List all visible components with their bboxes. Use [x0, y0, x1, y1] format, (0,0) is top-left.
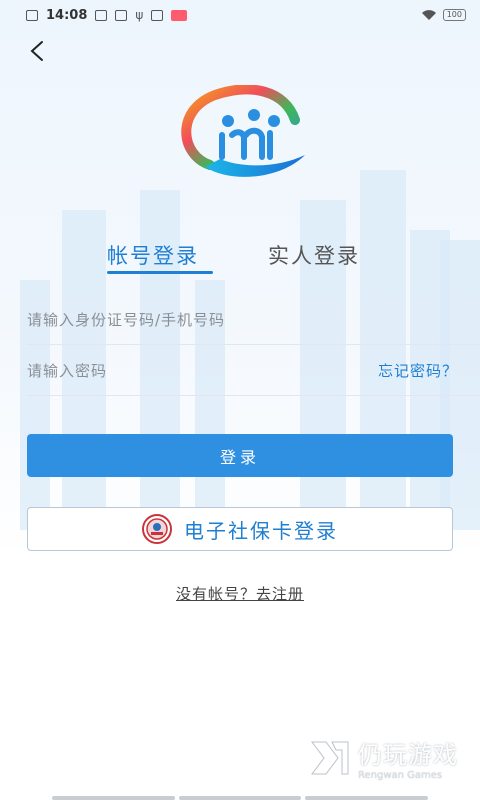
password-input[interactable]	[27, 361, 327, 380]
navigation-hint-bar	[0, 796, 480, 800]
usb-icon: ψ	[135, 8, 144, 22]
register-row: 没有帐号？去注册	[0, 583, 480, 604]
notification-icon	[26, 9, 38, 21]
wifi-icon	[421, 10, 436, 20]
nav-segment	[52, 796, 175, 800]
status-time: 14:08	[46, 7, 88, 23]
social-security-card-login-button[interactable]: 电子社保卡登录	[27, 507, 453, 551]
nav-segment	[178, 796, 302, 800]
watermark: 仍玩游戏 Rengwan Games	[308, 735, 458, 781]
login-button[interactable]: 登录	[27, 434, 453, 477]
active-tab-indicator	[107, 271, 213, 274]
chevron-left-icon	[30, 41, 43, 61]
app-notification-icon	[115, 9, 128, 21]
social-security-emblem-icon	[142, 514, 172, 544]
social-security-card-login-label: 电子社保卡登录	[184, 518, 338, 543]
watermark-subtitle: Rengwan Games	[358, 770, 443, 781]
status-bar: 14:08 ψ 100	[0, 0, 480, 30]
register-link[interactable]: 没有帐号？去注册	[176, 585, 304, 603]
app-badge-icon	[171, 9, 188, 21]
id-field-row	[27, 295, 480, 345]
password-field-row: 忘记密码？	[27, 346, 480, 396]
app-logo-icon	[181, 85, 305, 177]
tab-real-person-login[interactable]: 实人登录	[268, 240, 360, 270]
app-notification-icon	[95, 9, 108, 21]
nav-segment	[305, 796, 429, 800]
back-button[interactable]	[22, 36, 52, 66]
battery-icon: 100	[442, 9, 466, 21]
login-tabs: 帐号登录 实人登录	[0, 240, 480, 280]
tab-account-login[interactable]: 帐号登录	[107, 240, 199, 270]
id-phone-input[interactable]	[27, 310, 327, 329]
forgot-password-link[interactable]: 忘记密码？	[378, 360, 458, 381]
app-notification-icon	[151, 9, 164, 21]
watermark-title: 仍玩游戏	[358, 741, 458, 769]
watermark-logo-icon	[311, 741, 349, 775]
